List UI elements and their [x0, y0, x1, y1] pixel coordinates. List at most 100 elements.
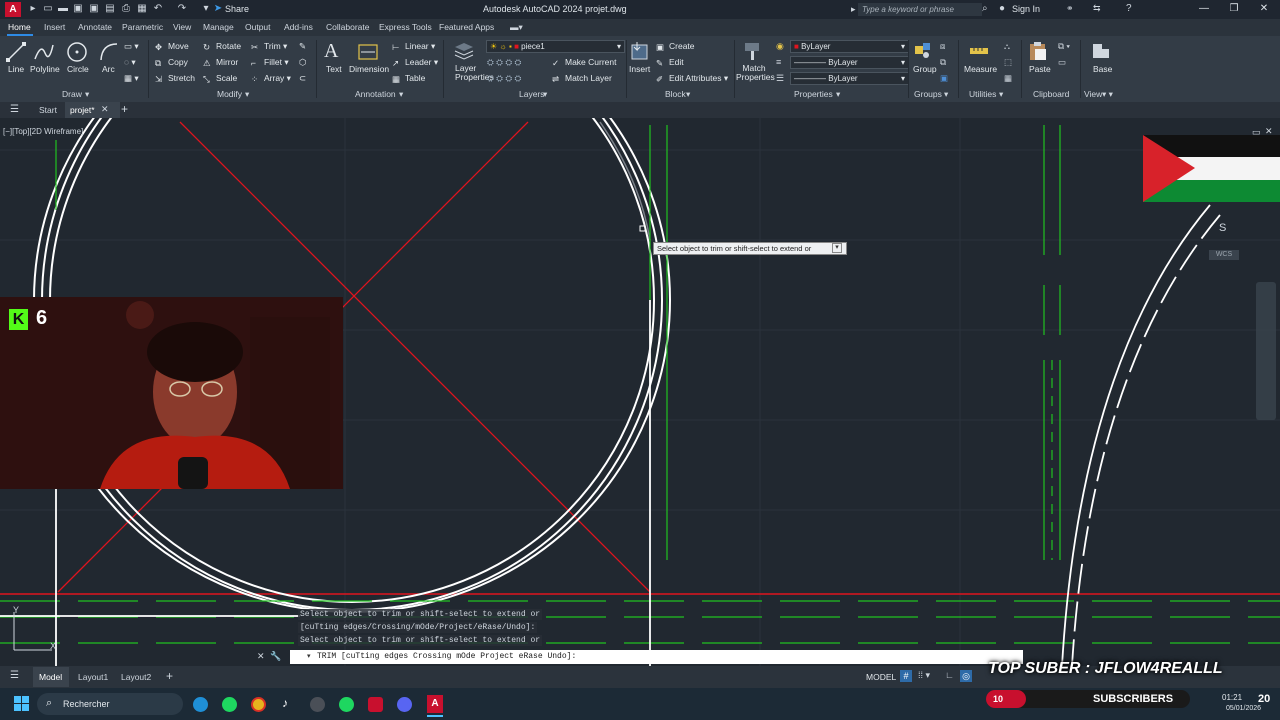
hatch-icon[interactable]: ◌ ▾ [124, 57, 136, 68]
windows-start-icon[interactable] [14, 696, 29, 711]
draw-panel-title[interactable]: Draw [62, 89, 82, 99]
layer-properties-label[interactable]: Layer Properties [455, 64, 494, 82]
spotify-2-icon[interactable] [339, 697, 354, 712]
ungroup-icon[interactable]: ⧈ [940, 41, 945, 52]
cart-icon[interactable]: ⚭ [1066, 3, 1074, 14]
undo-icon[interactable]: ↶ [152, 3, 164, 15]
command-customize-icon[interactable]: 🔧 [270, 651, 281, 662]
tab-manage[interactable]: Manage [203, 22, 234, 32]
modify-panel-title[interactable]: Modify [217, 89, 242, 99]
taskbar-clock[interactable]: 01:21 [1222, 693, 1242, 702]
model-space-toggle[interactable]: MODEL [866, 672, 896, 682]
layers-panel-expand-icon[interactable]: ▾ [543, 89, 547, 100]
explode-icon[interactable]: ⬡ [299, 57, 306, 68]
youtube-studio-icon[interactable] [368, 697, 383, 712]
layer-properties-icon[interactable] [453, 40, 475, 62]
close-tab-icon[interactable]: ✕ [101, 104, 109, 115]
block-panel-title[interactable]: Block [665, 89, 686, 99]
redo-icon[interactable]: ↷ [176, 3, 188, 15]
hamburger-menu-icon[interactable]: ☰ [10, 104, 19, 115]
tab-annotate[interactable]: Annotate [78, 22, 112, 32]
viewport-controls-label[interactable]: [−][Top][2D Wireframe] [3, 127, 83, 136]
match-layer-button[interactable]: ⇌ Match Layer [552, 73, 612, 84]
close-icon[interactable]: ✕ [1256, 2, 1272, 16]
clipboard-panel-title[interactable]: Clipboard [1033, 89, 1069, 99]
properties-panel-expand-icon[interactable]: ▾ [836, 89, 840, 100]
tooltip-options-icon[interactable]: ▾ [832, 243, 842, 253]
autocad-logo-icon[interactable]: A [5, 2, 21, 17]
array-button[interactable]: ⁘ Array ▾ [251, 73, 291, 84]
share-label[interactable]: Share [225, 4, 249, 14]
scale-button[interactable]: ⤡ Scale [203, 73, 237, 84]
copy-clip-icon[interactable]: ▭ [1058, 57, 1066, 68]
model-tab[interactable]: Model [39, 672, 62, 682]
edit-attributes-button[interactable]: ✐ Edit Attributes ▾ [656, 73, 728, 84]
viewcube-compass-letter[interactable]: S [1219, 222, 1226, 234]
layout1-tab[interactable]: Layout1 [78, 672, 108, 682]
qat-dropdown-icon[interactable]: ▾ [200, 3, 212, 15]
gradient-icon[interactable]: ▦ ▾ [124, 73, 139, 84]
copy-button[interactable]: ⧉ Copy [155, 57, 188, 68]
measure-icon[interactable] [968, 40, 990, 62]
base-view-label[interactable]: Base [1093, 64, 1112, 74]
select-all-icon[interactable]: ⬚ [1004, 57, 1012, 68]
block-panel-expand-icon[interactable]: ▾ [686, 89, 690, 100]
leader-button[interactable]: ↗ Leader ▾ [392, 57, 438, 68]
layout2-tab[interactable]: Layout2 [121, 672, 151, 682]
add-layout-icon[interactable]: + [166, 669, 173, 683]
text-tool-icon[interactable]: A [324, 40, 338, 63]
linetype-dropdown[interactable]: ———— ByLayer ▾ [790, 56, 909, 69]
layer-tools-icons[interactable]: ⛭ ⛭ ⛭ ⛭ [487, 57, 521, 68]
measure-label[interactable]: Measure [964, 64, 997, 74]
help-icon[interactable]: ? [1126, 3, 1132, 14]
start-tab[interactable]: Start [39, 105, 57, 115]
tab-add-ins[interactable]: Add-ins [284, 22, 313, 32]
create-block-button[interactable]: ▣ Create [656, 41, 695, 52]
help-search-input[interactable]: Type a keyword or phrase [858, 3, 982, 16]
polar-toggle-icon[interactable]: ◎ [960, 670, 972, 682]
qat-arrow-icon[interactable]: ▸ [27, 3, 39, 15]
arc-tool-label[interactable]: Arc [102, 64, 115, 74]
tiktok-icon[interactable]: ♪ [282, 696, 288, 710]
lineweight-dropdown[interactable]: ———— ByLayer ▾ [790, 72, 909, 85]
save-icon[interactable]: ▣ [72, 3, 84, 15]
autocad-taskbar-icon[interactable]: A [427, 695, 443, 713]
make-current-button[interactable]: ✓ Make Current [552, 57, 617, 68]
tab-featured-apps[interactable]: Featured Apps [439, 22, 494, 32]
annotation-panel-expand-icon[interactable]: ▾ [399, 89, 403, 100]
minimize-icon[interactable]: — [1196, 2, 1212, 16]
layer-dropdown[interactable]: ☀ ☼ ▪ ■ piece1 ▾ [486, 40, 625, 53]
obs-icon[interactable] [310, 697, 325, 712]
tab-view[interactable]: View [173, 22, 191, 32]
linear-dim-button[interactable]: ⊢ Linear ▾ [392, 41, 435, 52]
polyline-tool-icon[interactable] [33, 41, 55, 63]
view-panel-title[interactable]: View [1084, 89, 1102, 99]
exchange-icon[interactable]: ⇆ [1093, 3, 1101, 14]
paste-label[interactable]: Paste [1029, 64, 1051, 74]
new-file-icon[interactable]: ▭ [42, 3, 54, 15]
annotation-panel-title[interactable]: Annotation [355, 89, 396, 99]
sign-in-link[interactable]: Sign In [1012, 4, 1040, 14]
arc-tool-icon[interactable] [98, 41, 120, 63]
command-line-text[interactable]: TRIM [cuTting edges Crossing mOde Projec… [317, 652, 576, 661]
insert-block-icon[interactable] [629, 40, 651, 62]
maximize-icon[interactable]: ❐ [1226, 2, 1242, 16]
offset-icon[interactable]: ⊂ [299, 73, 306, 84]
group-icon[interactable] [912, 40, 934, 62]
polyline-tool-label[interactable]: Polyline [30, 64, 60, 74]
snap-toggle-icon[interactable]: ⁞⁞ ▾ [918, 670, 930, 681]
wcs-menu[interactable]: WCS [1209, 250, 1239, 260]
rotate-button[interactable]: ↻ Rotate [203, 41, 241, 52]
taskbar-search-box[interactable] [37, 693, 183, 715]
current-file-tab-label[interactable]: projet* [70, 105, 95, 115]
utilities-panel-title[interactable]: Utilities [969, 89, 996, 99]
ortho-toggle-icon[interactable]: ∟ [945, 670, 954, 680]
base-view-icon[interactable] [1090, 40, 1112, 62]
groups-panel-title[interactable]: Groups [914, 89, 942, 99]
layers-panel-title[interactable]: Layers [519, 89, 545, 99]
match-properties-label[interactable]: Match Properties [736, 64, 775, 82]
grid-toggle-icon[interactable]: # [900, 670, 912, 682]
search-icon[interactable]: ⌕ [982, 3, 988, 14]
quick-select-icon[interactable]: ⛬ [1004, 41, 1010, 52]
plot-icon[interactable]: ⎙ [120, 3, 132, 15]
